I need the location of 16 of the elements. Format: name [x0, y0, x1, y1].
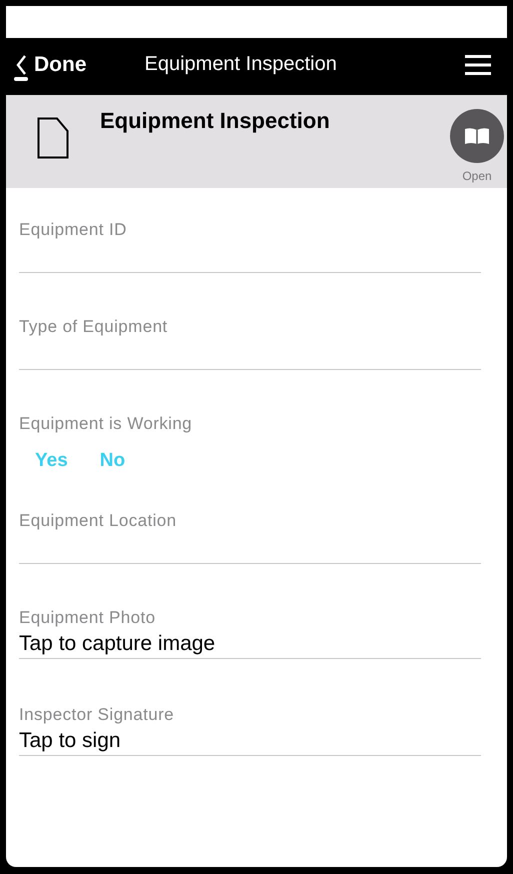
- open-button[interactable]: [450, 109, 504, 163]
- screen-title: Equipment Inspection: [144, 53, 337, 76]
- open-label: Open: [462, 169, 492, 183]
- capture-image-field[interactable]: Tap to capture image: [19, 628, 481, 659]
- field-label: Equipment ID: [19, 220, 128, 240]
- menu-icon[interactable]: [465, 54, 491, 74]
- book-icon: [464, 126, 490, 146]
- field-label: Equipment Photo: [19, 608, 156, 628]
- document-icon: [37, 117, 69, 159]
- field-label: Equipment is Working: [19, 414, 194, 434]
- form-title: Equipment Inspection: [100, 108, 331, 134]
- field-label: Inspector Signature: [19, 705, 176, 725]
- field-label: Equipment Location: [19, 511, 178, 531]
- signature-field[interactable]: Tap to sign: [19, 725, 481, 756]
- field-label: Type of Equipment: [19, 317, 169, 337]
- back-button[interactable]: Done: [14, 52, 86, 82]
